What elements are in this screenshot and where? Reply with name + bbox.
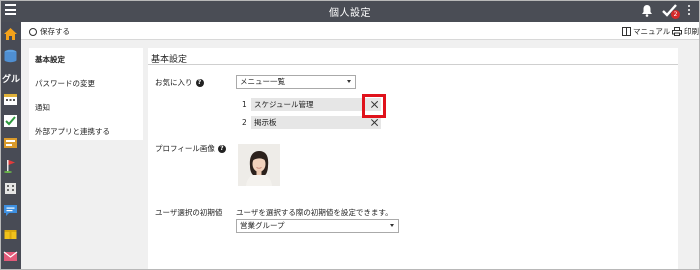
user-select-default-label: ユーザ選択の初期値: [155, 208, 223, 217]
favorites-select-value: メニュー一覧: [240, 77, 285, 86]
highlight-box: [362, 94, 386, 118]
rail-group-label[interactable]: グル: [2, 72, 20, 85]
todo-icon[interactable]: [3, 114, 18, 128]
print-label: 印刷: [684, 27, 699, 36]
user-select-default-select[interactable]: 営業グループ: [236, 219, 399, 233]
calendar-icon[interactable]: [3, 92, 18, 106]
workflow-icon[interactable]: [3, 226, 18, 240]
book-icon: [622, 27, 631, 36]
favorite-item-label: スケジュール管理: [254, 100, 314, 109]
favorites-select[interactable]: メニュー一覧: [236, 75, 356, 89]
building-icon[interactable]: [3, 181, 18, 195]
favorites-label-text: お気に入り: [155, 78, 193, 87]
timecard-icon[interactable]: [3, 136, 18, 150]
save-button[interactable]: 保存する: [29, 26, 70, 37]
help-icon[interactable]: ?: [195, 78, 204, 87]
chevron-down-icon: [347, 80, 351, 83]
sidebar-item-external-apps[interactable]: 外部アプリと連携する: [29, 120, 143, 144]
chevron-down-icon: [390, 224, 394, 227]
profile-photo: [238, 144, 280, 186]
settings-panel: 基本設定: [148, 48, 678, 270]
page-title: 個人設定: [329, 8, 371, 19]
chat-icon[interactable]: [3, 203, 18, 217]
database-icon[interactable]: [3, 49, 18, 63]
favorite-item-label: 掲示板: [254, 118, 277, 127]
toolbar: 保存する マニュアル 印刷: [21, 22, 700, 40]
help-icon[interactable]: ?: [217, 144, 226, 153]
home-icon[interactable]: [3, 27, 18, 41]
favorite-number: 2: [242, 118, 247, 127]
mail-icon[interactable]: [3, 249, 18, 263]
sidebar-item-change-password[interactable]: パスワードの変更: [29, 72, 143, 96]
more-menu-icon[interactable]: [688, 5, 691, 17]
avatar[interactable]: [238, 144, 280, 186]
user-select-description: ユーザを選択する際の初期値を設定できます。: [236, 208, 393, 217]
sidebar-item-basic-settings[interactable]: 基本設定: [29, 48, 143, 72]
user-select-default-value: 営業グループ: [240, 221, 285, 230]
flag-icon[interactable]: [3, 159, 18, 173]
favorites-label: お気に入り ?: [155, 77, 204, 88]
bell-icon[interactable]: [641, 4, 653, 17]
manual-label: マニュアル: [633, 27, 671, 36]
top-bar: 個人設定 2: [0, 0, 700, 22]
print-link[interactable]: 印刷: [672, 26, 699, 37]
manual-link[interactable]: マニュアル: [622, 26, 670, 37]
profile-image-label-text: プロフィール画像: [155, 144, 215, 153]
settings-sidebar: 基本設定 パスワードの変更 通知 外部アプリと連携する: [29, 48, 143, 140]
sidebar-item-notifications[interactable]: 通知: [29, 96, 143, 120]
remove-favorite-close-icon[interactable]: [370, 118, 379, 127]
save-button-label: 保存する: [40, 27, 70, 36]
app-rail: グル: [0, 22, 21, 270]
printer-icon: [672, 27, 682, 36]
favorite-number: 1: [242, 100, 247, 109]
profile-image-label: プロフィール画像 ?: [155, 143, 226, 154]
save-circle-icon: [29, 27, 37, 36]
notification-badge: 2: [671, 10, 680, 19]
section-divider: [148, 64, 678, 65]
